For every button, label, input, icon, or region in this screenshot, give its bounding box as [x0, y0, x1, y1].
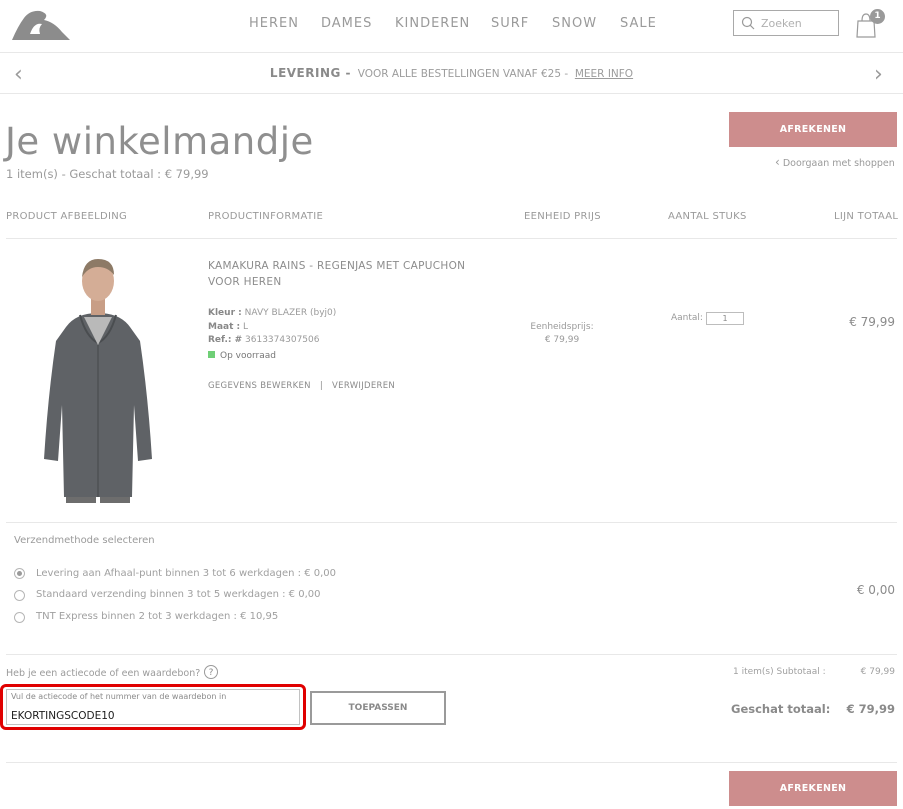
unit-price-value: € 79,99 [544, 335, 580, 345]
unit-price-cell: Eenheidsprijs: € 79,99 [522, 321, 602, 347]
nav-heren[interactable]: HEREN [249, 16, 299, 31]
chevron-left-icon: ‹ [775, 155, 780, 169]
product-size: Maat : L [208, 322, 248, 332]
product-name-line1: KAMAKURA RAINS - REGENJAS MET CAPUCHON [208, 260, 466, 272]
apply-button[interactable]: TOEPASSEN [310, 691, 446, 725]
th-product-info: PRODUCTINFORMATIE [208, 211, 324, 222]
promo-bar: LEVERING - VOOR ALLE BESTELLINGEN VANAF … [0, 66, 903, 80]
nav-snow[interactable]: SNOW [552, 16, 597, 31]
total-value: € 79,99 [846, 702, 895, 716]
table-header-divider [6, 238, 897, 239]
search-placeholder: Zoeken [761, 17, 802, 30]
edit-details-link[interactable]: GEGEVENS BEWERKEN [208, 381, 311, 391]
shipping-title: Verzendmethode selecteren [14, 535, 155, 546]
shipping-radio-pickup[interactable] [14, 568, 25, 579]
shipping-radio-express[interactable] [14, 612, 25, 623]
shipping-option-pickup[interactable]: Levering aan Afhaal-punt binnen 3 tot 6 … [36, 568, 336, 579]
shipping-price: € 0,00 [856, 583, 895, 597]
shipping-option-express[interactable]: TNT Express binnen 2 tot 3 werkdagen : €… [36, 611, 278, 622]
stock-status: Op voorraad [208, 351, 276, 361]
line-total: € 79,99 [849, 315, 895, 329]
nav-dames[interactable]: DAMES [321, 16, 372, 31]
in-stock-icon [208, 351, 215, 358]
size-value: L [243, 322, 249, 332]
subtotal-value: € 79,99 [860, 667, 895, 677]
remove-link[interactable]: VERWIJDEREN [332, 381, 395, 391]
product-name[interactable]: KAMAKURA RAINS - REGENJAS MET CAPUCHON V… [208, 258, 508, 290]
subtotal-label: 1 item(s) Subtotaal : [733, 667, 826, 677]
ref-label: Ref.: # [208, 335, 243, 345]
promo-text: VOOR ALLE BESTELLINGEN VANAF €25 - [357, 68, 569, 80]
quiksilver-logo[interactable] [10, 8, 72, 42]
highlight-box [0, 684, 306, 730]
continue-shopping-label: Doorgaan met shoppen [782, 158, 895, 169]
color-value: NAVY BLAZER (byj0) [244, 308, 337, 318]
promo-divider [0, 93, 903, 94]
checkout-button-top[interactable]: AFREKENEN [729, 112, 897, 147]
shipping-option-standard[interactable]: Standaard verzending binnen 3 tot 5 werk… [36, 589, 320, 600]
product-ref: Ref.: # 3613374307506 [208, 335, 319, 345]
size-label: Maat : [208, 322, 241, 332]
nav-sale[interactable]: SALE [620, 16, 657, 31]
search-input[interactable]: Zoeken [733, 10, 839, 36]
product-image[interactable] [28, 255, 168, 505]
search-icon [741, 16, 755, 30]
nav-kinderen[interactable]: KINDEREN [395, 16, 470, 31]
shipping-divider [6, 654, 897, 655]
page-title: Je winkelmandje [5, 120, 314, 163]
promo-next-icon[interactable]: › [874, 62, 883, 87]
th-unit-price: EENHEID PRIJS [524, 211, 601, 222]
quantity-label: Aantal: [671, 313, 703, 323]
product-divider [6, 522, 897, 523]
totals-divider [6, 762, 897, 763]
th-product-image: PRODUCT AFBEELDING [6, 211, 128, 222]
color-label: Kleur : [208, 308, 242, 318]
stock-label: Op voorraad [220, 351, 276, 361]
cart-summary: 1 item(s) - Geschat totaal : € 79,99 [6, 167, 209, 181]
product-actions: GEGEVENS BEWERKEN | VERWIJDEREN [208, 381, 395, 391]
shipping-radio-standard[interactable] [14, 590, 25, 601]
help-icon[interactable]: ? [204, 665, 218, 679]
product-color: Kleur : NAVY BLAZER (byj0) [208, 308, 336, 318]
actions-separator: | [319, 381, 324, 391]
unit-price-label: Eenheidsprijs: [530, 322, 594, 332]
cart-count-badge: 1 [870, 9, 885, 24]
nav-surf[interactable]: SURF [491, 16, 529, 31]
th-quantity: AANTAL STUKS [668, 211, 747, 222]
promo-code-question: Heb je een actiecode of een waardebon? [6, 668, 201, 679]
header-divider [0, 52, 903, 53]
continue-shopping-link[interactable]: ‹ Doorgaan met shoppen [775, 155, 895, 169]
ref-value: 3613374307506 [245, 335, 320, 345]
checkout-button-bottom[interactable]: AFREKENEN [729, 771, 897, 806]
th-line-total: LIJN TOTAAL [834, 211, 899, 222]
total-label: Geschat totaal: [731, 702, 831, 716]
product-name-line2: VOOR HEREN [208, 276, 282, 288]
promo-more-info-link[interactable]: MEER INFO [575, 68, 633, 80]
promo-strong: LEVERING - [269, 66, 352, 80]
quantity-input[interactable]: 1 [706, 312, 744, 325]
